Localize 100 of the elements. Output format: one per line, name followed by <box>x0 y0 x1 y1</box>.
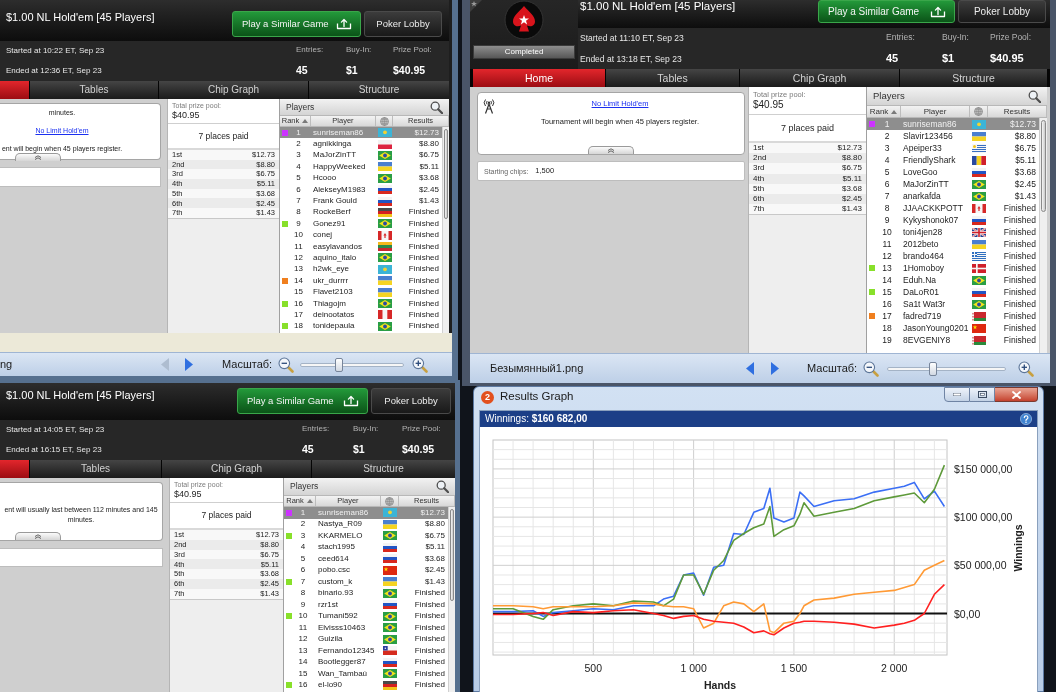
lobby-button[interactable]: Poker Lobby <box>364 11 442 37</box>
column-header[interactable]: Rank <box>867 106 901 117</box>
tab[interactable]: Chip Graph <box>740 69 899 87</box>
column-header[interactable]: Results <box>988 106 1047 117</box>
right-arrow-icon[interactable] <box>185 358 193 371</box>
player-row[interactable]: 3 KKARMELO $6.75 <box>284 530 448 542</box>
player-name: pobo.csc <box>318 565 351 575</box>
tab[interactable]: Tables <box>606 69 739 87</box>
rank-number: 10 <box>882 226 892 237</box>
collapse-tab[interactable] <box>588 146 634 154</box>
left-arrow-icon[interactable] <box>746 362 754 375</box>
player-name: Fernando12345 <box>318 645 375 655</box>
column-header[interactable] <box>970 106 988 117</box>
search-icon[interactable] <box>430 100 443 114</box>
play-game-button[interactable]: Play a Similar Game <box>232 11 361 37</box>
minimize-button[interactable] <box>944 387 970 402</box>
rank-number: 2 <box>300 519 306 529</box>
player-name: Flavet2103 <box>313 287 353 297</box>
collapse-tab[interactable] <box>15 153 61 161</box>
lobby-button[interactable]: Poker Lobby <box>958 0 1046 23</box>
zoom-out-icon[interactable] <box>278 356 295 373</box>
player-name: stach1995 <box>318 542 355 552</box>
player-row[interactable]: 9 Gonez91 Finished <box>280 218 442 230</box>
axis-title: Hands <box>703 679 737 691</box>
search-icon[interactable] <box>1028 89 1041 103</box>
scrollbar-thumb[interactable] <box>1041 120 1046 212</box>
tick-label: $50 000,00 <box>954 559 1007 572</box>
player-name: Slavir123456 <box>903 130 953 141</box>
stat-label: Entries: <box>886 33 915 42</box>
player-row[interactable]: 7 custom_k $1.43 <box>284 576 448 588</box>
place-label: 1st <box>753 144 764 153</box>
right-arrow-icon[interactable] <box>771 362 779 375</box>
scrollbar-thumb[interactable] <box>444 129 448 219</box>
stat-label: Prize Pool: <box>393 46 432 55</box>
column-header[interactable] <box>376 116 393 126</box>
tab[interactable]: Structure <box>900 69 1047 87</box>
tab[interactable] <box>0 81 29 99</box>
players-title: Players <box>873 91 905 101</box>
flag-icon <box>377 264 392 274</box>
flag-icon <box>972 215 986 225</box>
lobby-button[interactable]: Poker Lobby <box>371 388 451 414</box>
tab[interactable]: Structure <box>309 81 449 99</box>
zoom-in-icon[interactable] <box>412 356 429 373</box>
zoom-in-icon[interactable] <box>1018 360 1035 377</box>
player-name: Wan_Tambaú <box>318 668 368 678</box>
player-row[interactable]: 15 DaLoR01 Finished <box>867 286 1039 298</box>
help-icon[interactable] <box>1020 413 1032 425</box>
player-row[interactable]: 13 1Homoboy Finished <box>867 262 1039 274</box>
player-name: 2012beto <box>903 238 939 249</box>
player-row[interactable]: 17 fadred719 Finished <box>867 310 1039 322</box>
zoom-slider[interactable] <box>887 360 1007 377</box>
rank-number: 5 <box>296 173 301 183</box>
winnings-total: Winnings: $160 682,00 <box>485 414 588 424</box>
flag-icon <box>383 565 397 575</box>
flag-icon <box>377 242 392 252</box>
sort-arrow-icon <box>891 109 898 114</box>
rank-number: 1 <box>296 127 301 137</box>
tab[interactable]: Chip Graph <box>162 460 311 478</box>
star-icon <box>470 0 482 12</box>
rank-number: 16 <box>298 680 308 690</box>
player-result: Finished <box>1003 250 1036 261</box>
prize-amount: $1.43 <box>841 205 862 214</box>
maximize-button[interactable] <box>970 387 995 402</box>
search-icon[interactable] <box>436 480 449 493</box>
flag-icon <box>377 276 392 286</box>
stat-value: $40.95 <box>990 52 1024 64</box>
tab[interactable]: Tables <box>30 81 158 99</box>
chevron-up-icon <box>34 155 42 160</box>
player-name: h2wk_eye <box>313 264 350 274</box>
play-game-button[interactable]: Play a Similar Game <box>818 0 955 23</box>
player-result: Finished <box>414 622 445 632</box>
rank-number: 17 <box>882 310 892 321</box>
player-name: Hcooo <box>313 173 337 183</box>
column-header[interactable]: Player <box>901 106 970 117</box>
player-result: $5.11 <box>419 161 439 171</box>
slider-thumb[interactable] <box>929 361 938 376</box>
zoom-out-icon[interactable] <box>863 360 880 377</box>
rank-number: 12 <box>882 250 892 261</box>
collapse-tab[interactable] <box>15 532 61 540</box>
tab[interactable]: Chip Graph <box>159 81 308 99</box>
close-button[interactable] <box>995 387 1038 402</box>
tab[interactable]: Tables <box>30 460 161 478</box>
tab[interactable]: Home <box>473 69 605 87</box>
tab[interactable]: Structure <box>312 460 455 478</box>
rank-number: 15 <box>298 668 308 678</box>
player-result: $1.43 <box>1014 190 1036 201</box>
slider-thumb[interactable] <box>334 357 343 372</box>
play-game-button[interactable]: Play a Similar Game <box>237 388 368 414</box>
column-header[interactable] <box>381 496 399 506</box>
player-result: Finished <box>1003 310 1036 321</box>
player-result: $1.43 <box>418 196 439 206</box>
place-label: 7th <box>753 205 765 214</box>
player-row[interactable]: 14 ukr_durrrr Finished <box>280 275 442 287</box>
scrollbar-thumb[interactable] <box>450 509 454 601</box>
player-name: AlekseyM1983 <box>313 184 366 194</box>
player-name: toni4jen28 <box>903 226 943 237</box>
rank-number: 9 <box>300 599 306 609</box>
zoom-slider[interactable] <box>300 356 405 373</box>
tournament-title: $1.00 NL Hold'em [45 Players] <box>6 389 155 402</box>
tab[interactable] <box>0 460 29 478</box>
